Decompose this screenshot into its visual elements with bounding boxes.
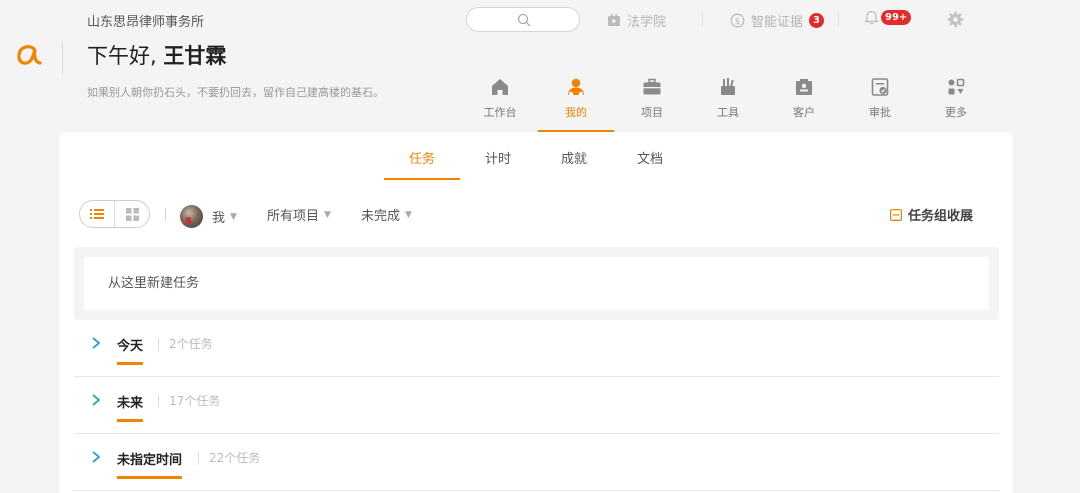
nav-label: 工具 (717, 106, 739, 119)
evidence-label: 智能证据 (751, 15, 804, 30)
task-group-today[interactable]: 今天 2个任务 (74, 320, 999, 377)
top-separator (702, 13, 703, 26)
academy-label: 法学院 (627, 15, 667, 30)
status-filter[interactable]: 未完成 ▼ (361, 205, 412, 224)
approval-icon (871, 78, 889, 96)
firm-name: 山东思昂律师事务所 (87, 15, 205, 30)
group-name: 未来 (117, 392, 144, 422)
collapse-groups-button[interactable]: 任务组收展 (889, 205, 973, 224)
nav-item-more[interactable]: 更多 (918, 76, 994, 132)
person-icon (568, 78, 584, 97)
nav-label: 工作台 (483, 106, 517, 119)
briefcase-icon (643, 78, 661, 95)
group-count: 22个任务 (209, 451, 261, 465)
caret-down-icon: ▼ (405, 209, 412, 220)
nav-label: 我的 (565, 106, 587, 119)
caret-down-icon: ▼ (324, 209, 331, 220)
assignee-label: 我 (212, 211, 226, 226)
nav-item-clients[interactable]: 客户 (766, 76, 842, 132)
search-icon (517, 13, 531, 27)
board-icon (125, 207, 139, 221)
nav-item-approval[interactable]: 审批 (842, 76, 918, 132)
group-separator (158, 338, 159, 351)
view-toggle (79, 200, 150, 228)
nav-item-projects[interactable]: 项目 (614, 76, 690, 132)
evidence-link[interactable]: $ 智能证据 3 (730, 11, 825, 30)
motto: 如果别人朝你扔石头，不要扔回去，留作自己建高楼的基石。 (87, 86, 384, 99)
project-filter[interactable]: 所有项目 ▼ (267, 205, 331, 224)
top-separator (838, 13, 839, 26)
collapse-icon (889, 208, 902, 221)
avatar (180, 205, 203, 228)
board-view-button[interactable] (115, 201, 149, 227)
home-icon (492, 79, 508, 95)
group-name: 未指定时间 (117, 449, 183, 479)
task-group-unscheduled[interactable]: 未指定时间 22个任务 (74, 434, 999, 491)
svg-text:$: $ (735, 17, 741, 27)
group-count: 17个任务 (169, 394, 221, 408)
caret-down-icon: ▼ (230, 211, 237, 222)
collapse-label: 任务组收展 (907, 209, 973, 224)
tab-timer[interactable]: 计时 (460, 148, 536, 180)
logo-divider (62, 42, 63, 74)
greeting-prefix: 下午好, (87, 44, 164, 68)
nav-item-mine[interactable]: 我的 (538, 76, 614, 132)
tab-achievements[interactable]: 成就 (536, 148, 612, 180)
notification-badge: 99+ (881, 9, 912, 25)
main-nav: 工作台 我的 项目 工具 客户 审批 更多 (462, 76, 994, 132)
list-view-button[interactable] (80, 201, 115, 227)
filter-divider (165, 208, 166, 221)
gear-icon[interactable] (947, 11, 964, 28)
bell-icon (864, 10, 879, 25)
status-filter-label: 未完成 (361, 209, 401, 224)
nav-label: 项目 (641, 106, 663, 119)
evidence-badge: 3 (809, 13, 825, 28)
client-icon (796, 79, 812, 95)
list-icon (90, 209, 104, 219)
nav-label: 更多 (945, 106, 967, 119)
nav-label: 客户 (793, 106, 815, 119)
nav-item-workbench[interactable]: 工作台 (462, 76, 538, 132)
academy-link[interactable]: 法学院 (607, 11, 666, 30)
new-task-area (74, 247, 999, 320)
search-input[interactable] (466, 7, 580, 32)
chevron-right-icon[interactable] (90, 393, 102, 407)
group-name: 今天 (117, 335, 144, 365)
chevron-right-icon[interactable] (90, 450, 102, 464)
greeting: 下午好, 王甘霖 (87, 40, 226, 70)
task-panel: 任务 计时 成就 文档 我 ▼ 所有项目 ▼ 未完成 ▼ 任务组收展 今天 2个… (59, 132, 1013, 493)
group-separator (158, 395, 159, 408)
tab-tasks[interactable]: 任务 (384, 148, 460, 180)
notifications-button[interactable]: 99+ (864, 9, 912, 25)
sub-tabs: 任务 计时 成就 文档 (384, 148, 688, 180)
user-name: 王甘霖 (163, 44, 227, 68)
tab-documents[interactable]: 文档 (612, 148, 688, 180)
app-logo-icon[interactable] (12, 38, 46, 72)
more-icon (948, 78, 965, 95)
video-icon (608, 14, 620, 26)
group-count: 2个任务 (169, 337, 213, 351)
nav-item-tools[interactable]: 工具 (690, 76, 766, 132)
group-separator (198, 452, 199, 465)
evidence-icon: $ (730, 13, 745, 28)
new-task-input[interactable] (84, 257, 989, 310)
project-filter-label: 所有项目 (267, 209, 320, 224)
nav-label: 审批 (869, 106, 891, 119)
task-group-future[interactable]: 未来 17个任务 (74, 377, 999, 434)
assignee-filter[interactable]: 我 ▼ (180, 205, 237, 228)
tools-icon (721, 78, 735, 95)
chevron-right-icon[interactable] (90, 336, 102, 350)
